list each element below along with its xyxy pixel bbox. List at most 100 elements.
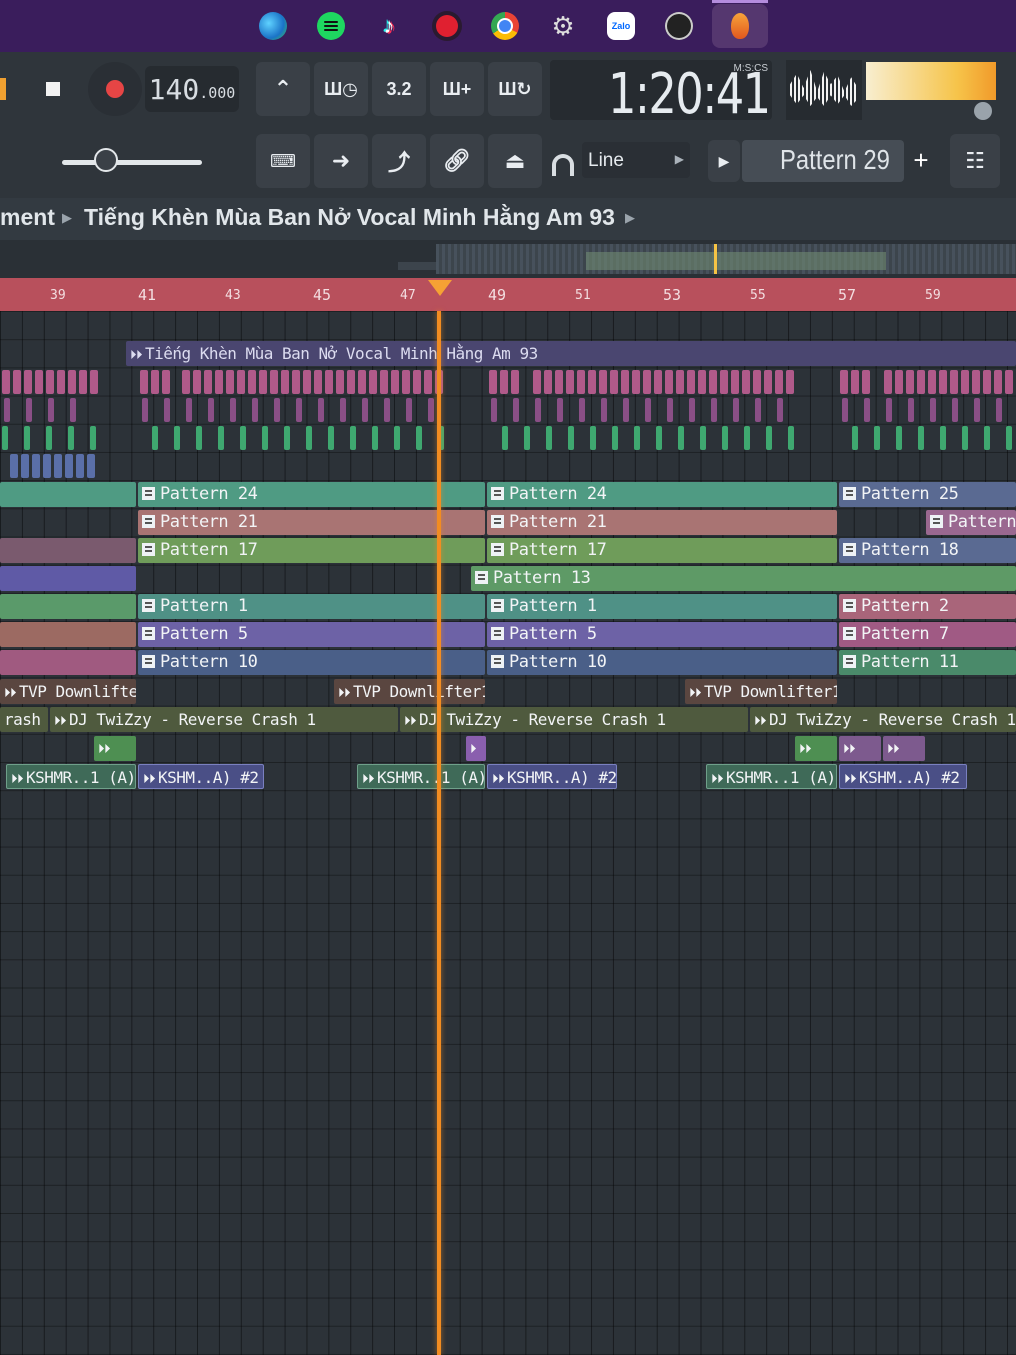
pattern-clip[interactable]	[0, 594, 136, 619]
note-block	[744, 426, 750, 450]
loop-record-button[interactable]: Ш↻	[488, 62, 542, 116]
tiktok-icon[interactable]: ♪	[372, 9, 406, 43]
note-block	[590, 426, 596, 450]
pattern-clip[interactable]: Pattern 10	[138, 650, 485, 675]
arrow-right-icon[interactable]: ➜	[314, 134, 368, 188]
record-button[interactable]	[88, 62, 142, 116]
note-block	[240, 426, 246, 450]
stamp-icon[interactable]: ⏏	[488, 134, 542, 188]
spotify-icon[interactable]	[314, 9, 348, 43]
time-format-label: M:S:CS	[733, 63, 768, 74]
note-block	[623, 398, 629, 422]
settings-app-icon[interactable]: ⚙	[546, 9, 580, 43]
pattern-clip[interactable]: Pattern 18	[839, 538, 1016, 563]
play-button-edge[interactable]	[0, 78, 6, 100]
breadcrumb-title[interactable]: Tiếng Khèn Mùa Ban Nở Vocal Minh Hằng Am…	[84, 204, 615, 231]
pattern-clip[interactable]: Pattern 11	[839, 650, 1016, 675]
obs-icon[interactable]	[662, 9, 696, 43]
stop-button[interactable]	[26, 62, 80, 116]
breadcrumb-prefix[interactable]: ment	[0, 204, 55, 231]
audio-clip[interactable]: ⏵⏵TVP Downlifter1	[685, 679, 837, 704]
audio-clip-small[interactable]: ⏵⏵	[883, 736, 925, 761]
playlist-overview[interactable]	[0, 240, 1016, 278]
pattern-clip[interactable]: Pattern 17	[138, 538, 485, 563]
note-block	[140, 370, 148, 394]
pattern-clip[interactable]	[0, 650, 136, 675]
timeline-ruler[interactable]: 39 41 43 45 47 49 51 53 55 57 59	[0, 278, 1016, 311]
automation-clip[interactable]: ⏵⏵ KSHM..A) #2	[839, 764, 967, 789]
pattern-clip[interactable]: Pattern 1	[487, 594, 837, 619]
pattern-clip[interactable]: Pattern 13	[471, 566, 1016, 591]
countdown-button[interactable]: 3.2	[372, 62, 426, 116]
audio-clip-small[interactable]: ⏵⏵	[795, 736, 837, 761]
automation-clip[interactable]: ⏵⏵ KSHMR..1 (A)	[6, 764, 136, 789]
master-pitch-slider[interactable]	[62, 160, 202, 165]
audio-clip[interactable]: ⏵⏵TVP Downlifter1	[0, 679, 136, 704]
wait-for-input-button[interactable]: Ш◷	[314, 62, 368, 116]
audio-clip-small[interactable]: ⏵	[466, 736, 486, 761]
pattern-clip[interactable]: Pattern 21	[138, 510, 485, 535]
piano-roll-icon[interactable]: ⌨	[256, 134, 310, 188]
chrome-icon[interactable]	[488, 9, 522, 43]
audio-clip[interactable]: rash 1	[0, 707, 48, 732]
note-block	[896, 426, 902, 450]
time-display[interactable]: 1:20:41 M:S:CS	[550, 60, 772, 127]
pattern-clip[interactable]	[0, 482, 136, 507]
pattern-clip[interactable]	[0, 566, 136, 591]
note-block	[182, 370, 190, 394]
link-icon[interactable]: 🔗︎	[430, 134, 484, 188]
audio-clip-small[interactable]: ⏵⏵	[839, 736, 881, 761]
plugin-picker-icon[interactable]: ⤴	[372, 134, 426, 188]
recorder-icon[interactable]	[430, 9, 464, 43]
playhead-marker[interactable]	[428, 280, 452, 296]
note-block	[318, 398, 324, 422]
chevron-right-icon: ▶	[674, 152, 684, 166]
pattern-clip[interactable]: Pattern 10	[487, 650, 837, 675]
play-pattern-button[interactable]: ▶	[708, 140, 740, 182]
pattern-clip[interactable]: Pattern 5	[487, 622, 837, 647]
pattern-clip[interactable]	[0, 538, 136, 563]
pattern-clip[interactable]: Pattern 7	[839, 622, 1016, 647]
eye-icon[interactable]	[974, 102, 992, 120]
fl-studio-icon[interactable]	[712, 4, 768, 48]
pattern-clip[interactable]: Pattern 25	[839, 482, 1016, 507]
zalo-icon[interactable]: Zalo	[604, 9, 638, 43]
pattern-selector[interactable]: Pattern 29	[742, 140, 904, 182]
note-block	[26, 398, 32, 422]
note-block	[996, 398, 1002, 422]
tempo-display[interactable]: 140.000	[145, 66, 239, 112]
audio-clip-small[interactable]: ⏵⏵	[94, 736, 136, 761]
snap-selector[interactable]: Line ▶	[582, 142, 690, 178]
pattern-clip[interactable]	[0, 622, 136, 647]
metronome-button[interactable]: ⌃	[256, 62, 310, 116]
add-pattern-button[interactable]: +	[906, 140, 936, 182]
magnet-icon[interactable]	[552, 154, 574, 176]
pattern-clip[interactable]: Pattern 21	[487, 510, 837, 535]
pattern-clip[interactable]: Pattern 2	[839, 594, 1016, 619]
automation-clip[interactable]: ⏵⏵ KSHMR..1 (A)	[706, 764, 837, 789]
playhead-line[interactable]	[437, 311, 441, 1355]
note-block	[193, 370, 201, 394]
step-edit-button[interactable]: Ш+	[430, 62, 484, 116]
audio-clip[interactable]: ⏵⏵ DJ TwiZzy - Reverse Crash 1	[750, 707, 1016, 732]
note-block	[939, 370, 947, 394]
vocal-audio-clip[interactable]: ⏵⏵ Tiếng Khèn Mùa Ban Nở Vocal Minh Hằng …	[126, 341, 1016, 366]
playlist-grid[interactable]	[0, 311, 1016, 1355]
pattern-clip[interactable]: Pattern 24	[487, 482, 837, 507]
automation-clip[interactable]: ⏵⏵ KSHMR..1 (A)	[357, 764, 485, 789]
automation-clip[interactable]: ⏵⏵ KSHMR..A) #2	[487, 764, 617, 789]
pattern-clip[interactable]: Pattern 5	[138, 622, 485, 647]
playlist-icon[interactable]: ☷	[950, 134, 1000, 188]
edge-icon[interactable]	[256, 9, 290, 43]
automation-clip[interactable]: ⏵⏵ KSHM..A) #2	[138, 764, 264, 789]
pattern-clip[interactable]: Pattern	[926, 510, 1016, 535]
pattern-clip[interactable]: Pattern 17	[487, 538, 837, 563]
pattern-clip[interactable]: Pattern 24	[138, 482, 485, 507]
note-block	[306, 426, 312, 450]
pattern-clip[interactable]: Pattern 1	[138, 594, 485, 619]
note-block	[369, 370, 377, 394]
audio-clip[interactable]: ⏵⏵ DJ TwiZzy - Reverse Crash 1	[50, 707, 398, 732]
audio-clip[interactable]: ⏵⏵ DJ TwiZzy - Reverse Crash 1	[400, 707, 748, 732]
slider-handle[interactable]	[94, 148, 118, 172]
audio-clip[interactable]: ⏵⏵TVP Downlifter1	[334, 679, 485, 704]
